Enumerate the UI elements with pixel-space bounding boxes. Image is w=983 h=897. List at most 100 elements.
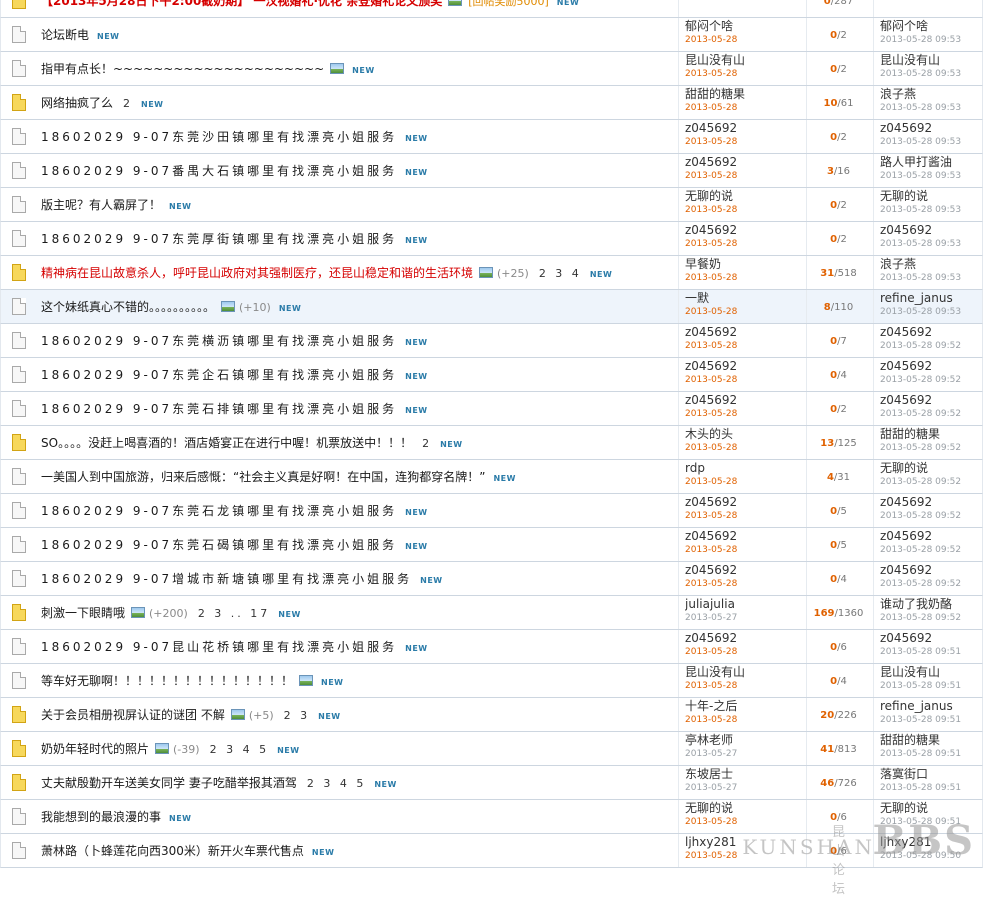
thread-icon[interactable] bbox=[12, 26, 26, 43]
hot-thread-icon[interactable] bbox=[12, 604, 26, 621]
last-post-time[interactable]: 2013-05-28 09:52 bbox=[880, 373, 980, 387]
last-post-time[interactable]: 2013-05-28 09:51 bbox=[880, 815, 980, 829]
author-name[interactable]: 一默 bbox=[685, 291, 805, 305]
last-post-time[interactable]: 2013-05-28 09:53 bbox=[880, 135, 980, 149]
last-post-time[interactable]: 2013-05-28 09:53 bbox=[880, 101, 980, 115]
thread-title-link[interactable]: 18602029 9-07昆山花桥镇哪里有找漂亮小姐服务 bbox=[41, 640, 397, 654]
author-name[interactable]: 甜甜的糖果 bbox=[685, 87, 805, 101]
last-post-time[interactable]: 2013-05-28 09:53 bbox=[880, 203, 980, 217]
author-name[interactable]: z045692 bbox=[685, 223, 805, 237]
thread-row[interactable]: 论坛断电 NEW 郁闷个啥 2013-05-28 0/2 郁闷个啥 2013-05-28 0… bbox=[0, 18, 983, 52]
thread-title-link[interactable]: 萧林路（卜蜂莲花向西300米）新开火车票代售点 bbox=[41, 844, 304, 858]
author-name[interactable]: 昆山没有山 bbox=[685, 665, 805, 679]
thread-title-link[interactable]: 18602029 9-07东莞石碣镇哪里有找漂亮小姐服务 bbox=[41, 538, 397, 552]
page-links[interactable]: 2 3 bbox=[284, 709, 311, 722]
thread-row[interactable]: 18602029 9-07增城市新塘镇哪里有找漂亮小姐服务 NEW z045692 2… bbox=[0, 562, 983, 596]
last-poster-name[interactable]: z045692 bbox=[880, 563, 980, 577]
author-name[interactable]: z045692 bbox=[685, 359, 805, 373]
thread-row[interactable]: SO。。。。没赶上喝喜酒的！酒店婚宴正在进行中喔！机票放送中！！！ 2 NEW 木头的… bbox=[0, 426, 983, 460]
last-post-time[interactable]: 2013-05-28 09:52 bbox=[880, 577, 980, 591]
last-poster-name[interactable]: 无聊的说 bbox=[880, 801, 980, 815]
thread-row[interactable]: 18602029 9-07东莞石龙镇哪里有找漂亮小姐服务 NEW z045692 20… bbox=[0, 494, 983, 528]
thread-row[interactable]: 18602029 9-07东莞厚街镇哪里有找漂亮小姐服务 NEW z045692 20… bbox=[0, 222, 983, 256]
thread-icon[interactable] bbox=[12, 196, 26, 213]
last-post-time[interactable]: 2013-05-28 09:53 bbox=[880, 169, 980, 183]
last-poster-name[interactable]: z045692 bbox=[880, 529, 980, 543]
thread-title-link[interactable]: 奶奶年轻时代的照片 bbox=[41, 742, 149, 756]
last-poster-name[interactable]: 浪子燕 bbox=[880, 257, 980, 271]
thread-icon[interactable] bbox=[12, 332, 26, 349]
thread-row[interactable]: 一美国人到中国旅游，归来后感慨：“社会主义真是好啊！在中国，连狗都穿名牌！” NE… bbox=[0, 460, 983, 494]
last-poster-name[interactable]: z045692 bbox=[880, 631, 980, 645]
thread-title-link[interactable]: 这个妹纸真心不错的。。。。。。。。。。 bbox=[41, 300, 215, 314]
thread-title-link[interactable]: 18602029 9-07东莞企石镇哪里有找漂亮小姐服务 bbox=[41, 368, 397, 382]
last-post-time[interactable]: 2013-05-28 09:52 bbox=[880, 509, 980, 523]
thread-row[interactable]: 丈夫献殷勤开车送美女同学 妻子吃醋举报其酒驾 2 3 4 5 NEW 东坡居士 2013… bbox=[0, 766, 983, 800]
thread-title-link[interactable]: 关于会员相册视屏认证的谜团 不解 bbox=[41, 708, 225, 722]
thread-row[interactable]: 18602029 9-07番禺大石镇哪里有找漂亮小姐服务 NEW z045692 20… bbox=[0, 154, 983, 188]
thread-title-link[interactable]: 【2013年5月28日下午2:00截奶期】 一汉视婚礼·优花 亲登婚礼论文颁奖 bbox=[41, 0, 442, 8]
hot-thread-icon[interactable] bbox=[12, 434, 26, 451]
last-poster-name[interactable]: 甜甜的糖果 bbox=[880, 427, 980, 441]
thread-title-link[interactable]: 丈夫献殷勤开车送美女同学 妻子吃醋举报其酒驾 bbox=[41, 776, 297, 790]
thread-title-link[interactable]: 18602029 9-07番禺大石镇哪里有找漂亮小姐服务 bbox=[41, 164, 397, 178]
thread-title-link[interactable]: 我能想到的最浪漫的事 bbox=[41, 810, 161, 824]
thread-title-link[interactable]: 网络抽疯了么 bbox=[41, 96, 113, 110]
last-poster-name[interactable]: 无聊的说 bbox=[880, 189, 980, 203]
author-name[interactable]: ljhxy281 bbox=[685, 835, 805, 849]
thread-title-link[interactable]: 刺激一下眼睛哦 bbox=[41, 606, 125, 620]
last-post-time[interactable]: 2013-05-28 09:51 bbox=[880, 679, 980, 693]
last-poster-name[interactable]: z045692 bbox=[880, 121, 980, 135]
author-name[interactable]: z045692 bbox=[685, 563, 805, 577]
thread-title-link[interactable]: 18602029 9-07增城市新塘镇哪里有找漂亮小姐服务 bbox=[41, 572, 412, 586]
last-post-time[interactable]: 2013-05-28 09:52 bbox=[880, 339, 980, 353]
thread-icon[interactable] bbox=[12, 162, 26, 179]
thread-icon[interactable] bbox=[12, 808, 26, 825]
hot-thread-icon[interactable] bbox=[12, 774, 26, 791]
last-post-time[interactable]: 2013-05-28 09:52 bbox=[880, 475, 980, 489]
last-post-time[interactable]: 2013-05-28 09:53 bbox=[880, 271, 980, 285]
last-poster-name[interactable]: z045692 bbox=[880, 325, 980, 339]
last-poster-name[interactable]: z045692 bbox=[880, 495, 980, 509]
author-name[interactable]: 郁闷个啥 bbox=[685, 19, 805, 33]
thread-row[interactable]: 18602029 9-07东莞横沥镇哪里有找漂亮小姐服务 NEW z045692 20… bbox=[0, 324, 983, 358]
thread-title-link[interactable]: SO。。。。没赶上喝喜酒的！酒店婚宴正在进行中喔！机票放送中！！！ bbox=[41, 436, 412, 450]
page-links[interactable]: 2 3 .. 17 bbox=[198, 607, 270, 620]
thread-row[interactable]: 指甲有点长！~~~~~~~~~~~~~~~~~~~~~ NEW 昆山没有山 2013-… bbox=[0, 52, 983, 86]
hot-thread-icon[interactable] bbox=[12, 94, 26, 111]
thread-row[interactable]: 等车好无聊啊！！！！！！！！！！！！！！！ NEW 昆山没有山 2013-05-28 0… bbox=[0, 664, 983, 698]
author-name[interactable]: 早餐奶 bbox=[685, 257, 805, 271]
thread-icon[interactable] bbox=[12, 570, 26, 587]
thread-title-link[interactable]: 18602029 9-07东莞石排镇哪里有找漂亮小姐服务 bbox=[41, 402, 397, 416]
last-post-time[interactable]: 2013-05-28 09:53 bbox=[880, 305, 980, 319]
last-poster-name[interactable]: 昆山没有山 bbox=[880, 53, 980, 67]
last-poster-name[interactable]: refine_janus bbox=[880, 291, 980, 305]
thread-row[interactable]: 奶奶年轻时代的照片 (-39) 2 3 4 5 NEW 亭林老师 2013-05-27 41… bbox=[0, 732, 983, 766]
last-post-time[interactable]: 2013-05-28 09:52 bbox=[880, 611, 980, 625]
thread-row[interactable]: 18602029 9-07东莞石碣镇哪里有找漂亮小姐服务 NEW z045692 20… bbox=[0, 528, 983, 562]
author-name[interactable]: z045692 bbox=[685, 121, 805, 135]
author-name[interactable]: 无聊的说 bbox=[685, 189, 805, 203]
last-post-time[interactable]: 2013-05-28 09:51 bbox=[880, 713, 980, 727]
last-poster-name[interactable]: 无聊的说 bbox=[880, 461, 980, 475]
author-name[interactable]: z045692 bbox=[685, 155, 805, 169]
thread-icon[interactable] bbox=[12, 468, 26, 485]
page-links[interactable]: 2 3 4 5 bbox=[307, 777, 366, 790]
author-name[interactable]: z045692 bbox=[685, 631, 805, 645]
last-poster-name[interactable]: ljhxy281 bbox=[880, 835, 980, 849]
thread-row[interactable]: 我能想到的最浪漫的事 NEW 无聊的说 2013-05-28 0/6 无聊的说 2013-0… bbox=[0, 800, 983, 834]
last-poster-name[interactable]: 路人甲打酱油 bbox=[880, 155, 980, 169]
author-name[interactable]: 昆山没有山 bbox=[685, 53, 805, 67]
last-poster-name[interactable]: 甜甜的糖果 bbox=[880, 733, 980, 747]
thread-icon[interactable] bbox=[12, 536, 26, 553]
thread-row[interactable]: 18602029 9-07东莞石排镇哪里有找漂亮小姐服务 NEW z045692 20… bbox=[0, 392, 983, 426]
hot-thread-icon[interactable] bbox=[12, 706, 26, 723]
thread-icon[interactable] bbox=[12, 400, 26, 417]
author-name[interactable]: 无聊的说 bbox=[685, 801, 805, 815]
page-links[interactable]: 2 bbox=[123, 97, 133, 110]
author-name[interactable]: 木头的头 bbox=[685, 427, 805, 441]
last-post-time[interactable]: 2013-05-28 09:51 bbox=[880, 781, 980, 795]
last-poster-name[interactable]: 昆山没有山 bbox=[880, 665, 980, 679]
thread-title-link[interactable]: 18602029 9-07东莞沙田镇哪里有找漂亮小姐服务 bbox=[41, 130, 397, 144]
thread-row[interactable]: 刺激一下眼睛哦 (+200) 2 3 .. 17 NEW juliajulia 2013-… bbox=[0, 596, 983, 630]
